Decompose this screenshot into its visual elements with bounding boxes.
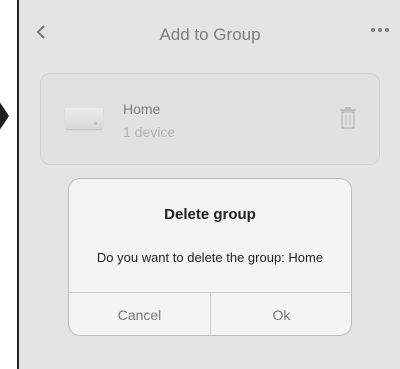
dialog-message: Do you want to delete the group: Home (96, 250, 324, 265)
header: Add to Group (19, 0, 400, 60)
trash-icon[interactable] (339, 107, 357, 129)
group-device-count: 1 device (123, 124, 176, 140)
delete-group-dialog: Delete group Do you want to delete the g… (68, 178, 352, 336)
dialog-title: Delete group (164, 206, 256, 223)
device-icon (65, 108, 103, 129)
page-title: Add to Group (159, 25, 261, 44)
phone-screen: Add to Group Home 1 device Delete group … (17, 0, 400, 369)
more-horizontal-icon (371, 28, 375, 32)
group-card[interactable]: Home 1 device (40, 73, 380, 165)
more-options-button[interactable] (371, 28, 389, 32)
cancel-button[interactable]: Cancel (69, 293, 210, 335)
group-name: Home (123, 101, 161, 117)
ok-button[interactable]: Ok (211, 293, 351, 335)
pointer-arrow-icon (0, 101, 9, 131)
